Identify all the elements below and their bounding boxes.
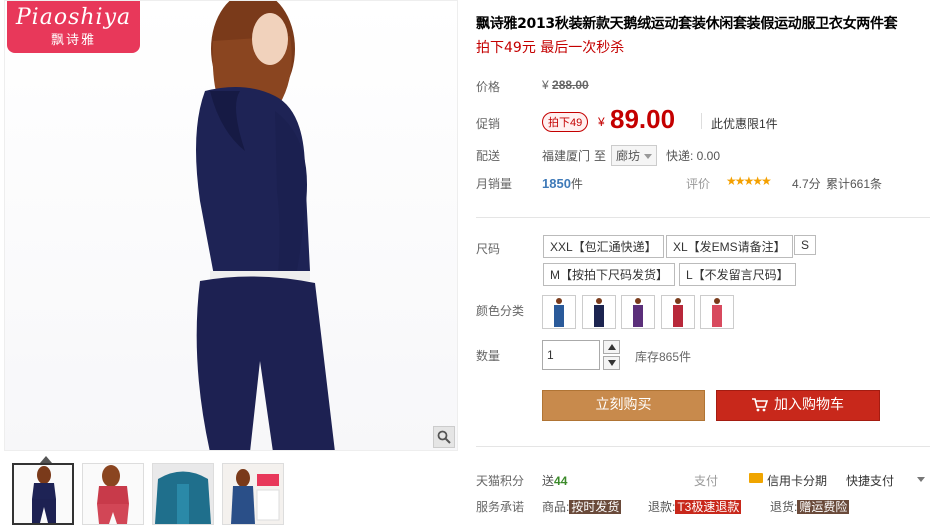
model-illustration <box>196 1 335 450</box>
chevron-up-icon <box>607 344 616 350</box>
ship-city-select[interactable]: 廊坊 <box>611 145 658 166</box>
promo-label: 促销 <box>476 117 501 131</box>
ship-fee: 快递: 0.00 <box>666 149 721 163</box>
promo-divider <box>701 113 702 129</box>
red-swatch-figure <box>673 298 683 327</box>
color-swatch-navy[interactable] <box>582 295 616 329</box>
original-price-currency: ¥ <box>542 78 549 92</box>
size-label: 尺码 <box>476 242 501 256</box>
color-swatch-purple[interactable] <box>621 295 655 329</box>
quantity-label: 数量 <box>476 349 501 363</box>
quantity-input[interactable] <box>542 340 600 370</box>
add-to-cart-button[interactable]: 加入购物车 <box>716 390 880 421</box>
chevron-down-icon <box>644 154 653 160</box>
promo-tag: 拍下49 <box>542 112 589 132</box>
star-rating-icon: ★★★★★ <box>726 174 772 188</box>
zoom-button[interactable] <box>433 426 455 448</box>
ship-from: 福建厦门 <box>542 149 591 163</box>
chevron-down-icon[interactable] <box>917 477 925 482</box>
credit-installment-link[interactable]: 信用卡分期 <box>767 472 827 489</box>
pink-swatch-figure <box>712 298 722 327</box>
quantity-increase-button[interactable] <box>603 340 620 354</box>
thumbnail-1[interactable] <box>12 463 74 525</box>
cart-icon <box>752 398 768 412</box>
ship-city-value: 廊坊 <box>616 149 641 163</box>
service-refund-badge: T3极速退款 <box>675 500 742 514</box>
brand-logo-script: Piaoshiya <box>15 5 132 30</box>
color-swatch-red[interactable] <box>661 295 695 329</box>
navy-swatch-figure <box>594 298 604 327</box>
quantity-decrease-button[interactable] <box>603 356 620 370</box>
sales-count: 1850件 <box>542 175 583 192</box>
rating-label: 评价 <box>686 177 711 191</box>
rating-score: 4.7分 <box>792 177 821 191</box>
points-label: 天猫积分 <box>476 474 525 488</box>
service-refund-label: 退款: <box>648 500 676 514</box>
thumbnail-promo-image <box>223 464 283 524</box>
color-swatch-pink[interactable] <box>700 295 734 329</box>
purple-swatch-figure <box>633 298 643 327</box>
thumbnail-2[interactable] <box>82 463 144 525</box>
chevron-down-icon <box>607 360 616 366</box>
stock-count: 库存865件 <box>635 350 692 364</box>
thumbnail-red-image <box>97 465 129 524</box>
original-price-value: 288.00 <box>552 78 589 92</box>
add-to-cart-label: 加入购物车 <box>774 397 844 413</box>
size-option-xl[interactable]: XL【发EMS请备注】 <box>666 235 793 258</box>
promo-price: 89.00 <box>610 104 676 134</box>
credit-card-icon <box>749 473 763 483</box>
points-value: 送44 <box>542 472 567 489</box>
price-label: 价格 <box>476 80 501 94</box>
color-swatch-blue[interactable] <box>542 295 576 329</box>
product-subtitle: 拍下49元 最后一次秒杀 <box>476 40 625 56</box>
service-return-label: 退货: <box>770 500 798 514</box>
size-option-l[interactable]: L【不发留言尺码】 <box>679 263 796 286</box>
service-goods-label: 商品: <box>542 500 570 514</box>
ship-to-word: 至 <box>594 149 607 163</box>
service-goods: 商品: 按时发货 <box>542 498 622 515</box>
service-return: 退货: 赠运费险 <box>770 498 850 515</box>
thumbnail-strip <box>12 463 284 525</box>
color-label: 颜色分类 <box>476 304 525 318</box>
pay-label: 支付 <box>694 474 719 488</box>
thumbnail-pointer <box>40 456 52 463</box>
divider <box>476 446 930 447</box>
blue-swatch-figure <box>554 298 564 327</box>
service-goods-badge: 按时发货 <box>569 500 622 514</box>
rating-total-link[interactable]: 累计661条 <box>826 175 882 192</box>
brand-logo-cn: 飘诗雅 <box>50 32 96 47</box>
points-prefix: 送 <box>542 474 555 488</box>
main-product-image[interactable]: Piaoshiya 飘诗雅 <box>4 0 458 451</box>
product-title: 飘诗雅2013秋装新款天鹅绒运动套装休闲套装假运动服卫衣女两件套 <box>476 16 898 32</box>
service-return-badge: 赠运费险 <box>797 500 850 514</box>
thumbnail-teal-image <box>153 464 213 524</box>
service-label: 服务承诺 <box>476 500 525 514</box>
divider <box>476 217 930 218</box>
sales-count-value: 1850 <box>542 176 571 191</box>
sales-count-unit: 件 <box>570 177 583 191</box>
shipping-label: 配送 <box>476 149 501 163</box>
quick-pay-link[interactable]: 快捷支付 <box>846 472 894 489</box>
size-option-s[interactable]: S <box>794 235 817 255</box>
original-price: ¥ 288.00 <box>542 78 589 92</box>
thumbnail-4[interactable] <box>222 463 284 525</box>
promo-currency: ¥ <box>598 115 605 129</box>
brand-logo: Piaoshiya 飘诗雅 <box>7 1 140 53</box>
service-refund: 退款: T3极速退款 <box>648 498 742 515</box>
points-number: 44 <box>554 474 568 488</box>
buy-now-button[interactable]: 立刻购买 <box>542 390 705 421</box>
promo-limit: 此优惠限1件 <box>711 117 778 131</box>
magnifier-icon <box>437 430 451 444</box>
size-option-m[interactable]: M【按拍下尺码发货】 <box>543 263 675 286</box>
thumbnail-navy-image <box>32 466 56 523</box>
thumbnail-3[interactable] <box>152 463 214 525</box>
sales-label: 月销量 <box>476 177 513 191</box>
size-option-xxl[interactable]: XXL【包汇通快递】 <box>543 235 664 258</box>
